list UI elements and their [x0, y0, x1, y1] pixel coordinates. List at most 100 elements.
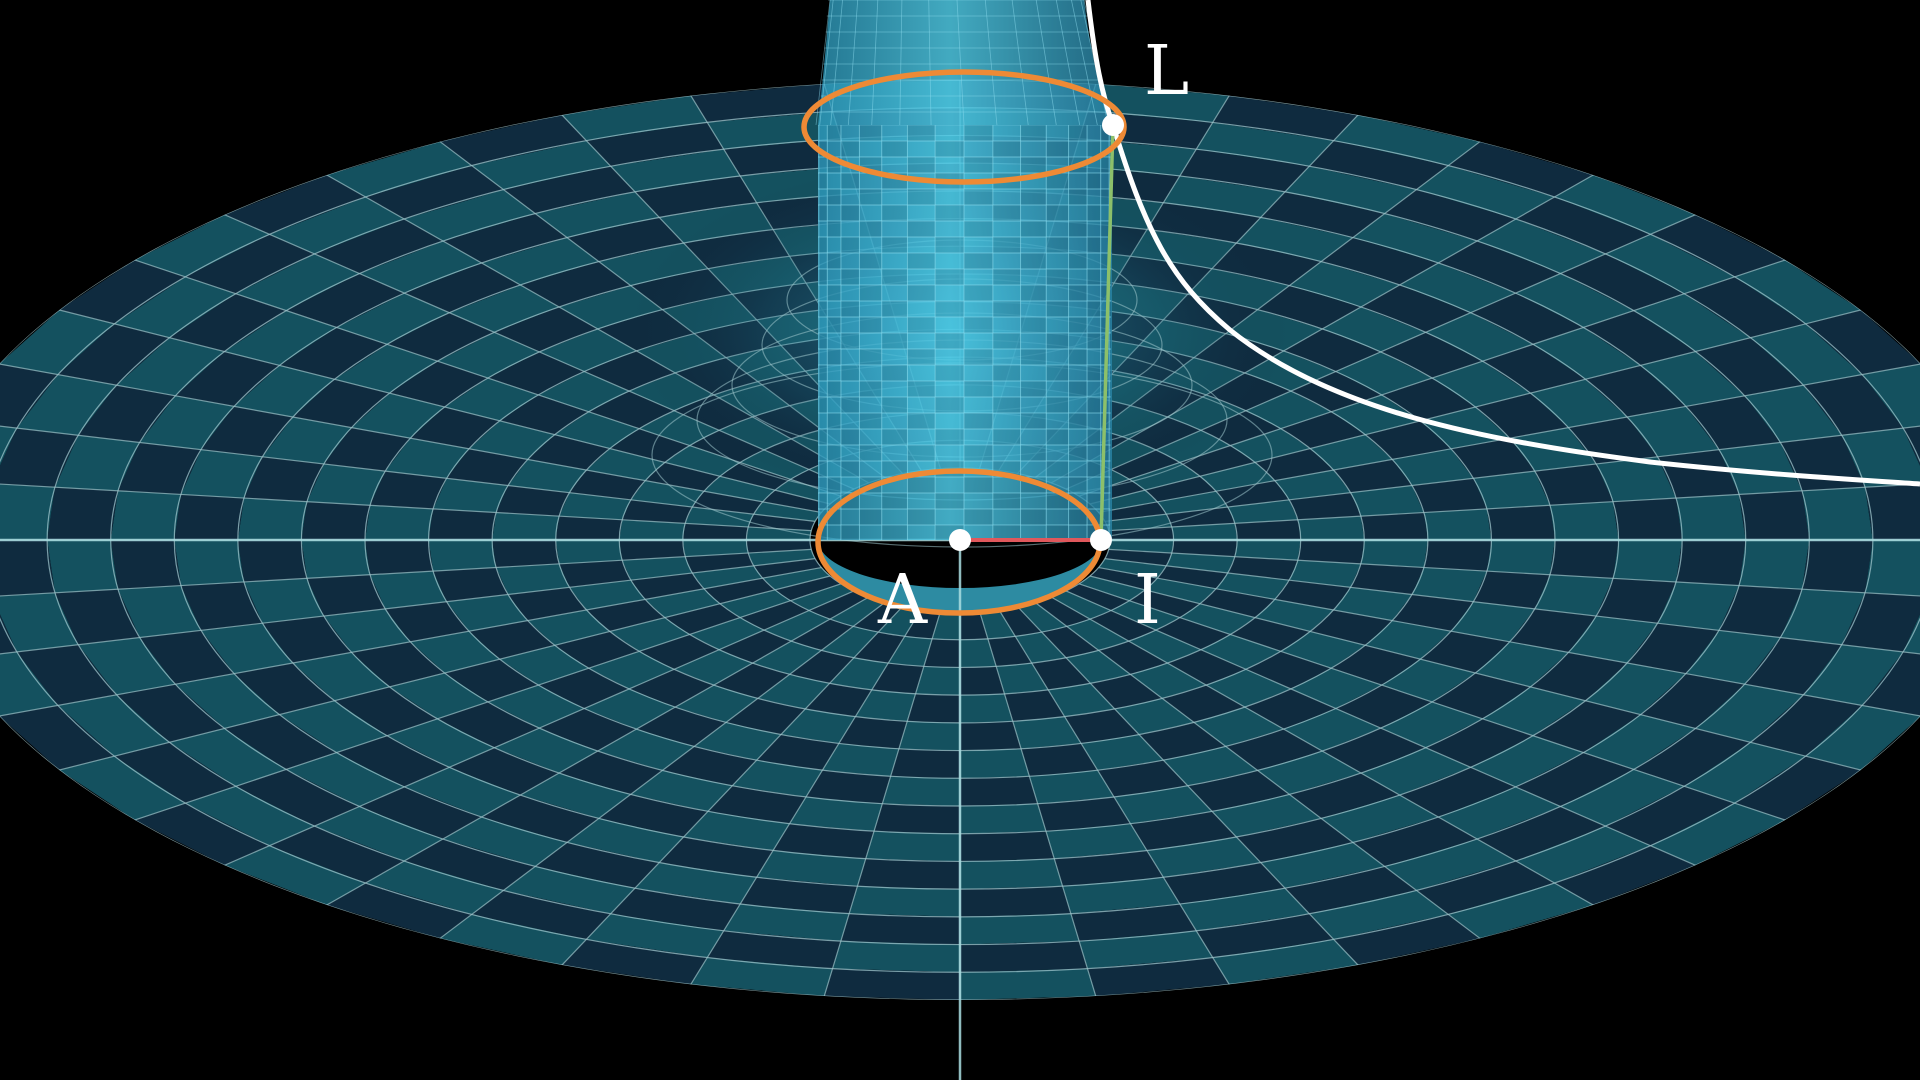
- cylinder-tile: [858, 460, 883, 478]
- disk-cell: [1423, 540, 1492, 572]
- cylinder-tile: [818, 412, 828, 430]
- cylinder-tile: [840, 524, 860, 540]
- cylinder-tile: [840, 204, 860, 222]
- disk-cell: [874, 803, 960, 834]
- cylinder-tile: [1020, 252, 1047, 270]
- disk-cell: [237, 498, 308, 540]
- cylinder-tile: [1068, 252, 1088, 270]
- cylinder-tile: [1045, 268, 1070, 286]
- cylinder-tile: [826, 125, 842, 142]
- cylinder-tile: [858, 348, 883, 366]
- disk-cell: [832, 941, 960, 973]
- cylinder-tile: [963, 444, 994, 462]
- disk-cell: [174, 494, 245, 540]
- disk-cell: [47, 487, 118, 540]
- cylinder-tile: [906, 252, 936, 270]
- cylinder-tile: [934, 348, 965, 366]
- cylinder-tile: [963, 125, 994, 142]
- disk-cell: [960, 831, 1055, 862]
- cylinder-tile: [1045, 284, 1070, 302]
- cylinder-tile: [881, 188, 908, 206]
- cylinder-tile: [1086, 220, 1102, 238]
- disk-cell: [1865, 540, 1920, 597]
- disk-cell: [492, 540, 560, 568]
- cylinder-tile: [1045, 380, 1070, 398]
- cylinder-tile: [840, 508, 860, 526]
- cylinder-tile: [906, 332, 936, 350]
- cylinder-tile: [881, 332, 908, 350]
- cylinder-tile: [1086, 476, 1102, 494]
- cylinder-tile: [1020, 460, 1047, 478]
- cylinder-tile: [934, 140, 965, 158]
- cylinder-tile: [858, 316, 883, 334]
- cylinder-tile: [858, 364, 883, 382]
- cylinder-tile: [934, 332, 965, 350]
- cylinder-tile: [1045, 508, 1070, 526]
- cylinder-tile: [818, 236, 828, 254]
- cylinder-tile: [818, 204, 828, 222]
- disk-cell: [47, 540, 118, 593]
- cylinder-tile: [1045, 444, 1070, 462]
- cylinder-tile: [1045, 412, 1070, 430]
- cylinder-tile: [1020, 188, 1047, 206]
- disk-cell: [960, 748, 1030, 779]
- cylinder-tile: [992, 125, 1022, 142]
- cylinder-tile: [826, 204, 842, 222]
- cylinder-tile: [934, 188, 965, 206]
- cylinder-tile: [826, 252, 842, 270]
- disk-cell: [898, 721, 960, 751]
- cylinder-tile: [992, 140, 1022, 158]
- cylinder-tile: [1045, 316, 1070, 334]
- cylinder-tile: [1086, 204, 1102, 222]
- cylinder-tile: [840, 444, 860, 462]
- cylinder-tile: [906, 204, 936, 222]
- disk-cell: [301, 540, 371, 579]
- cylinder-tile: [858, 508, 883, 526]
- cylinder-tile: [858, 396, 883, 414]
- cylinder-tile: [1086, 412, 1102, 430]
- cylinder-tile: [840, 460, 860, 478]
- cylinder-tile: [1045, 300, 1070, 318]
- cylinder-tile: [1020, 412, 1047, 430]
- cylinder-tile: [934, 156, 965, 174]
- cylinder-tile: [1068, 140, 1088, 158]
- cylinder-tile: [840, 380, 860, 398]
- cylinder-tile: [1100, 204, 1110, 222]
- cylinder-grid: [818, 125, 1112, 540]
- cylinder-tile: [906, 140, 936, 158]
- cylinder-tile: [858, 284, 883, 302]
- disk-cell: [1612, 498, 1683, 540]
- disk-cell: [960, 803, 1046, 834]
- cylinder-tile: [826, 396, 842, 414]
- disk-cell: [849, 886, 960, 917]
- cylinder-tile: [858, 412, 883, 430]
- cylinder-tile: [1045, 428, 1070, 446]
- cylinder-tile: [906, 364, 936, 382]
- cylinder-tile: [906, 125, 936, 142]
- cylinder-tile: [963, 428, 994, 446]
- cylinder-tile: [840, 125, 860, 142]
- top-right-point: [1102, 114, 1124, 136]
- cylinder-tile: [963, 220, 994, 238]
- cylinder-tile: [1068, 380, 1088, 398]
- cylinder-tile: [818, 172, 828, 190]
- cylinder-tile: [840, 332, 860, 350]
- disk-cell: [960, 858, 1063, 890]
- disk-cell: [882, 776, 960, 806]
- cylinder-tile: [1086, 332, 1102, 350]
- cylinder-tile: [992, 188, 1022, 206]
- disk-cell: [1738, 540, 1810, 590]
- cylinder-tile: [818, 220, 828, 238]
- cylinder-tile: [858, 444, 883, 462]
- cylinder-tile: [1020, 492, 1047, 510]
- cylinder-tile: [826, 284, 842, 302]
- cylinder-tile: [963, 300, 994, 318]
- cylinder-tile: [1068, 188, 1088, 206]
- cylinder-tile: [963, 412, 994, 430]
- disk-cell: [960, 721, 1022, 751]
- cylinder-tile: [818, 300, 828, 318]
- cylinder-tile: [906, 316, 936, 334]
- cylinder-tile: [818, 380, 828, 398]
- cylinder-tile: [881, 380, 908, 398]
- cylinder-tile: [818, 476, 828, 494]
